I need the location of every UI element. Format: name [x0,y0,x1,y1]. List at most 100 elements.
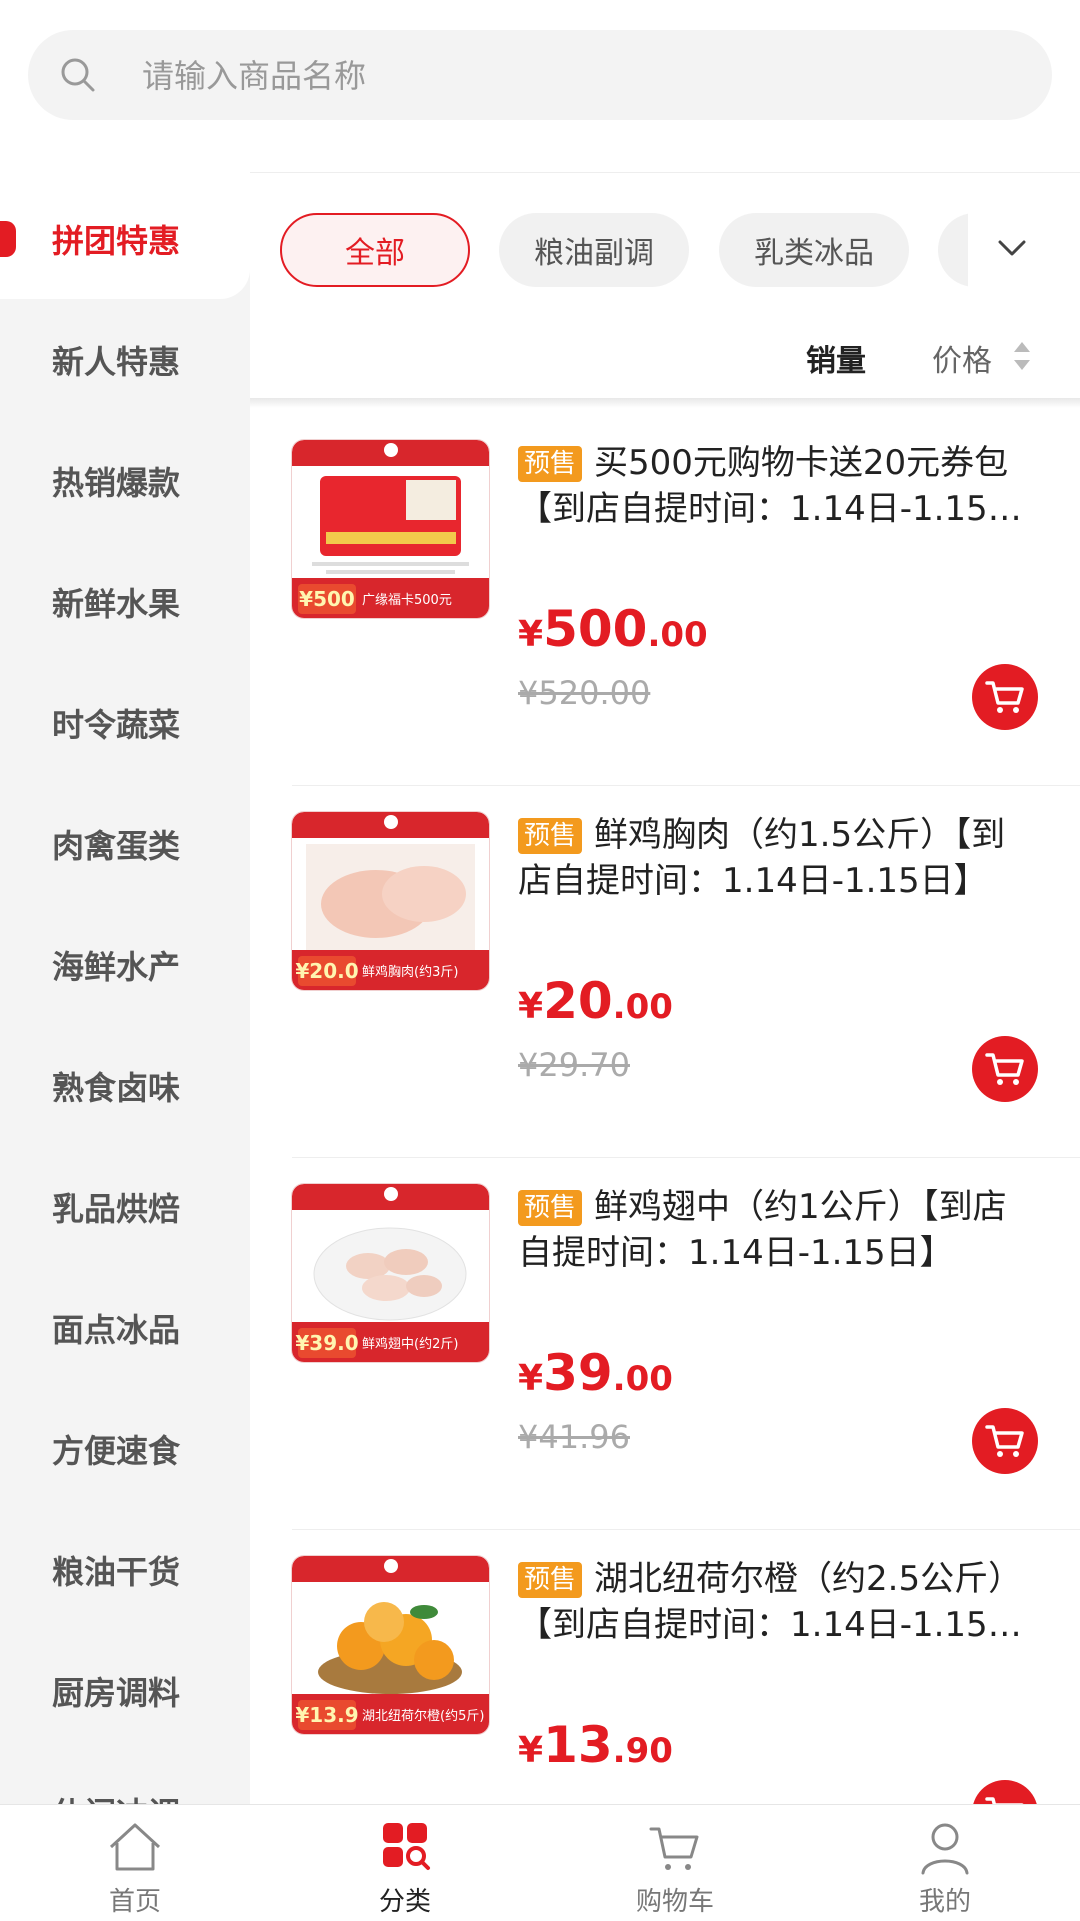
sidebar-item-label: 厨房调料 [52,1673,181,1712]
sidebar-item-snacks-drinks[interactable]: 休闲冲调 [0,1751,250,1805]
price-integer: 500 [543,600,648,658]
sidebar-item-group-deals[interactable]: 拼团特惠 [0,178,250,299]
gift-card-image [312,476,469,574]
currency-symbol: ¥ [518,1730,544,1771]
product-card[interactable]: ¥500 广缘福卡500元 预售 买500元购物卡送20元券包【到店自提时间：1.… [250,414,1080,786]
thumb-price: ¥500 [298,584,356,614]
thumb-caption: 鲜鸡翅中(约2斤) [362,1337,459,1352]
presale-badge: 预售 [518,446,583,482]
thumb-caption: 广缘福卡500元 [362,593,452,608]
bottom-tab-bar: 首页 分类 购物车 我的 [0,1804,1080,1921]
product-title[interactable]: 预售买500元购物卡送20元券包【到店自提时间：1.14日-1.15日】 [518,440,1038,532]
price-decimal: .90 [612,1731,673,1771]
sidebar-item-meat-eggs[interactable]: 肉禽蛋类 [0,783,250,904]
sidebar-item-label: 拼团特惠 [52,221,181,260]
tab-category[interactable]: 分类 [270,1805,540,1921]
sidebar-item-label: 乳品烘焙 [52,1189,181,1228]
filter-chip-all[interactable]: 全部 [280,213,470,287]
sidebar-item-deli[interactable]: 熟食卤味 [0,1025,250,1146]
add-to-cart-button[interactable] [972,664,1038,730]
active-indicator [0,221,16,257]
currency-symbol: ¥ [518,614,544,655]
sidebar-item-label: 熟食卤味 [52,1068,181,1107]
product-image[interactable]: ¥39.0 鲜鸡翅中(约2斤) [292,1184,489,1362]
sidebar-item-dairy-bakery[interactable]: 乳品烘焙 [0,1146,250,1267]
chip-label: 全部 [345,236,405,271]
chicken-breast-image [306,844,475,954]
sidebar-item-new-user[interactable]: 新人特惠 [0,299,250,420]
product-price: ¥13.90 [518,1716,673,1774]
sidebar-item-seafood[interactable]: 海鲜水产 [0,904,250,1025]
sidebar-item-label: 休闲冲调 [52,1789,180,1805]
sidebar-item-label: 新人特惠 [52,342,181,381]
search-input[interactable] [140,30,1024,122]
product-title[interactable]: 预售 鲜鸡胸肉（约1.5公斤）【到店自提时间：1.14日-1.15日】 [518,812,1038,904]
product-image[interactable]: ¥20.0 鲜鸡胸肉(约3斤) [292,812,489,990]
chip-label: 乳类冰品 [754,236,874,271]
sidebar-item-label: 热销爆款 [52,463,181,502]
sidebar-item-noodles-frozen[interactable]: 面点冰品 [0,1267,250,1388]
product-title-text: 湖北纽荷尔橙（约2.5公斤）【到店自提时间：1.14日-1.15日】 [518,1559,1023,1645]
cart-icon [985,1425,1024,1457]
filter-chip-grain-oil[interactable]: 粮油副调 [499,213,689,287]
currency-symbol: ¥ [518,986,544,1027]
thumb-price: ¥20.0 [295,956,359,986]
search-bar[interactable] [28,30,1052,122]
sidebar-item-fruit[interactable]: 新鲜水果 [0,541,250,662]
product-card[interactable]: ¥20.0 鲜鸡胸肉(约3斤) 预售 鲜鸡胸肉（约1.5公斤）【到店自提时间：1.… [250,786,1080,1158]
tab-profile[interactable]: 我的 [810,1805,1080,1921]
currency-symbol: ¥ [518,1358,544,1399]
chevron-down-icon[interactable] [994,230,1030,266]
product-title[interactable]: 预售湖北纽荷尔橙（约2.5公斤）【到店自提时间：1.14日-1.15日】 [518,1556,1038,1648]
sidebar-item-kitchen-seasoning[interactable]: 厨房调料 [0,1630,250,1751]
sidebar-item-label: 肉禽蛋类 [52,826,181,865]
presale-badge: 预售 [518,818,583,854]
product-title-text: 鲜鸡翅中（约1公斤）【到店自提时间：1.14日-1.15日】 [518,1187,1007,1273]
product-title-text: 买500元购物卡送20元券包【到店自提时间：1.14日-1.15日】 [518,443,1009,529]
price-decimal: .00 [612,1359,673,1399]
brand-strip [292,812,489,838]
sidebar-item-hot[interactable]: 热销爆款 [0,420,250,541]
add-to-cart-button[interactable] [972,1408,1038,1474]
original-price: ¥520.00 [518,674,651,712]
sidebar-item-vegetables[interactable]: 时令蔬菜 [0,662,250,783]
sidebar-item-grain-oil[interactable]: 粮油干货 [0,1509,250,1630]
divider [250,172,1080,173]
sort-by-sales[interactable]: 销量 [806,336,866,380]
sidebar-item-label: 方便速食 [52,1431,181,1470]
cart-icon [985,1053,1024,1085]
category-icon [383,1823,430,1870]
original-price: ¥29.70 [518,1046,630,1084]
product-title[interactable]: 预售 鲜鸡翅中（约1公斤）【到店自提时间：1.14日-1.15日】 [518,1184,1038,1276]
product-image[interactable]: ¥13.9 湖北纽荷尔橙(约5斤) [292,1556,489,1734]
thumb-price: ¥13.9 [295,1700,359,1730]
sort-arrows-icon[interactable] [1012,340,1032,372]
sidebar-item-label: 新鲜水果 [52,584,181,623]
thumb-caption: 鲜鸡胸肉(约3斤) [362,965,459,980]
brand-strip [292,1184,489,1210]
thumb-caption: 湖北纽荷尔橙(约5斤) [362,1709,485,1724]
add-to-cart-button[interactable] [972,1036,1038,1102]
sidebar-item-instant-food[interactable]: 方便速食 [0,1388,250,1509]
cart-icon [649,1827,699,1870]
price-integer: 13 [543,1716,613,1774]
sort-divider [250,398,1080,408]
original-price: ¥41.96 [518,1418,630,1456]
price-integer: 20 [543,972,613,1030]
chip-label: 粮油副调 [534,236,654,271]
sidebar-item-label: 面点冰品 [52,1310,181,1349]
tab-label: 我的 [918,1887,971,1917]
sort-by-price[interactable]: 价格 [932,336,992,380]
price-decimal: .00 [647,615,708,655]
product-price: ¥500.00 [518,600,708,658]
price-integer: 39 [543,1344,613,1402]
tab-cart[interactable]: 购物车 [540,1805,810,1921]
product-card[interactable]: ¥39.0 鲜鸡翅中(约2斤) 预售 鲜鸡翅中（约1公斤）【到店自提时间：1.14… [250,1158,1080,1530]
filter-chip-dairy-frozen[interactable]: 乳类冰品 [719,213,909,287]
cart-icon [985,681,1024,713]
tab-home[interactable]: 首页 [0,1805,270,1921]
product-image[interactable]: ¥500 广缘福卡500元 [292,440,489,618]
user-icon [921,1823,969,1875]
thumb-price: ¥39.0 [295,1328,359,1358]
brand-strip [292,440,489,466]
